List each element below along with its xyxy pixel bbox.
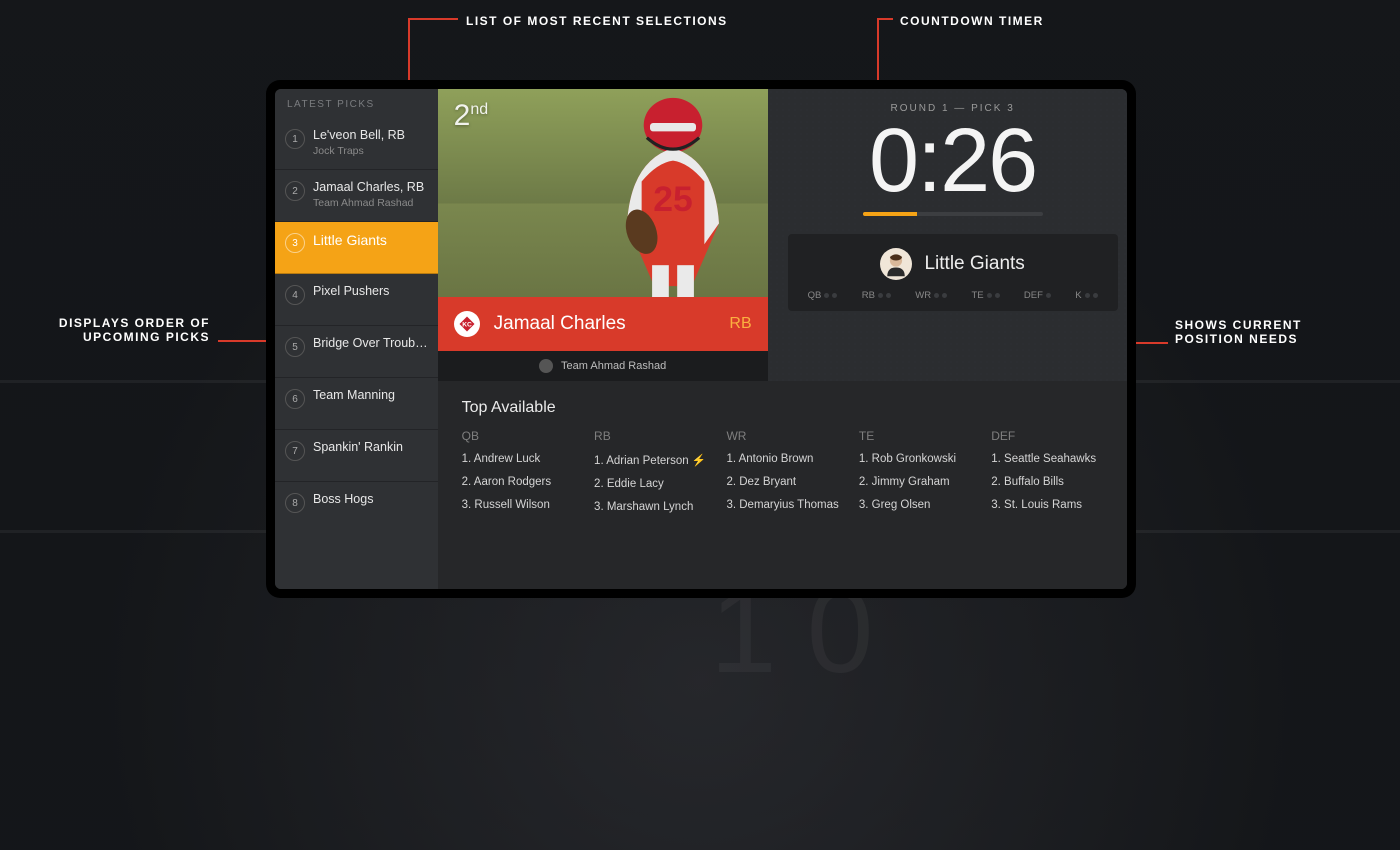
available-player[interactable]: 1. Antonio Brown xyxy=(726,453,848,465)
position-slot: TE xyxy=(971,290,999,301)
main-panel: 2nd 25 xyxy=(438,89,1127,589)
player-position: RB xyxy=(729,315,751,333)
position-slot: K xyxy=(1075,290,1097,301)
pick-number: 8 xyxy=(285,493,305,513)
pick-number: 2 xyxy=(285,181,305,201)
pick-name: Spankin' Rankin xyxy=(313,440,428,454)
team-logo-icon: KC xyxy=(454,311,480,337)
pick-number: 1 xyxy=(285,129,305,149)
position-slot: WR xyxy=(915,290,947,301)
pick-item[interactable]: 4 Pixel Pushers xyxy=(275,274,438,326)
pick-team: Jock Traps xyxy=(313,145,428,157)
column-header: WR xyxy=(726,429,848,443)
countdown-timer: 0:26 xyxy=(869,116,1036,206)
player-name: Jamaal Charles xyxy=(494,313,716,335)
available-column: DEF 1. Seattle Seahawks 2. Buffalo Bills… xyxy=(991,429,1113,524)
available-player[interactable]: 3. Greg Olsen xyxy=(859,499,981,511)
pick-name: Pixel Pushers xyxy=(313,284,428,298)
available-player[interactable]: 1. Adrian Peterson ⚡ xyxy=(594,453,716,467)
pick-name: Team Manning xyxy=(313,388,428,402)
player-name-bar: KC Jamaal Charles RB xyxy=(438,297,768,351)
available-player[interactable]: 3. Russell Wilson xyxy=(462,499,584,511)
available-player[interactable]: 1. Seattle Seahawks xyxy=(991,453,1113,465)
pick-item[interactable]: 2 Jamaal Charles, RB Team Ahmad Rashad xyxy=(275,170,438,222)
column-header: TE xyxy=(859,429,981,443)
pick-team: Team Ahmad Rashad xyxy=(313,197,428,209)
pick-item[interactable]: 5 Bridge Over Troub… xyxy=(275,326,438,378)
callout-upcoming: DISPLAYS ORDER OF UPCOMING PICKS xyxy=(30,316,210,344)
available-player[interactable]: 2. Aaron Rodgers xyxy=(462,476,584,488)
player-photo: 2nd 25 xyxy=(438,89,768,297)
top-available-panel: Top Available QB 1. Andrew Luck 2. Aaron… xyxy=(438,381,1127,589)
sidebar-header: LATEST PICKS xyxy=(275,89,438,118)
owner-name: Team Ahmad Rashad xyxy=(561,360,666,372)
pick-name: Le'veon Bell, RB xyxy=(313,128,428,142)
position-needs-row: QB RB WR TE DEF K xyxy=(806,290,1100,301)
callout-recent: LIST OF MOST RECENT SELECTIONS xyxy=(466,14,728,28)
pick-name: Bridge Over Troub… xyxy=(313,336,428,350)
available-player[interactable]: 3. St. Louis Rams xyxy=(991,499,1113,511)
available-player[interactable]: 2. Jimmy Graham xyxy=(859,476,981,488)
owner-avatar-icon xyxy=(539,359,553,373)
timer-progress xyxy=(863,212,1043,216)
available-player[interactable]: 3. Demaryius Thomas xyxy=(726,499,848,511)
pick-number: 6 xyxy=(285,389,305,409)
available-player[interactable]: 2. Dez Bryant xyxy=(726,476,848,488)
pick-number: 7 xyxy=(285,441,305,461)
available-column: WR 1. Antonio Brown 2. Dez Bryant 3. Dem… xyxy=(726,429,848,524)
pick-name: Jamaal Charles, RB xyxy=(313,180,428,194)
available-column: QB 1. Andrew Luck 2. Aaron Rodgers 3. Ru… xyxy=(462,429,584,524)
pick-name: Little Giants xyxy=(313,232,428,248)
current-team-card: Little Giants QB RB WR TE DEF K xyxy=(788,234,1118,311)
available-player[interactable]: 2. Eddie Lacy xyxy=(594,478,716,490)
pick-number: 4 xyxy=(285,285,305,305)
pick-ordinal: 2nd xyxy=(454,99,488,133)
pick-name: Boss Hogs xyxy=(313,492,428,506)
svg-text:KC: KC xyxy=(462,322,472,329)
position-slot: RB xyxy=(862,290,891,301)
column-header: RB xyxy=(594,429,716,443)
pick-item[interactable]: 1 Le'veon Bell, RB Jock Traps xyxy=(275,118,438,170)
featured-player-card: 2nd 25 xyxy=(438,89,768,381)
pick-item[interactable]: 6 Team Manning xyxy=(275,378,438,430)
available-player[interactable]: 1. Andrew Luck xyxy=(462,453,584,465)
callout-timer: COUNTDOWN TIMER xyxy=(900,14,1044,28)
pick-item-active[interactable]: 3 Little Giants xyxy=(275,222,438,274)
player-owner-bar: Team Ahmad Rashad xyxy=(438,351,768,381)
available-player[interactable]: 1. Rob Gronkowski xyxy=(859,453,981,465)
pick-item[interactable]: 7 Spankin' Rankin xyxy=(275,430,438,482)
picks-sidebar: LATEST PICKS 1 Le'veon Bell, RB Jock Tra… xyxy=(275,89,438,589)
player-illustration: 25 xyxy=(568,89,768,297)
team-avatar-icon xyxy=(880,248,912,280)
available-player[interactable]: 3. Marshawn Lynch xyxy=(594,501,716,513)
available-player[interactable]: 2. Buffalo Bills xyxy=(991,476,1113,488)
callout-needs: SHOWS CURRENT POSITION NEEDS xyxy=(1175,318,1302,346)
position-slot: DEF xyxy=(1024,290,1051,301)
pick-number: 5 xyxy=(285,337,305,357)
tablet-device: LATEST PICKS 1 Le'veon Bell, RB Jock Tra… xyxy=(266,80,1136,598)
pick-number: 3 xyxy=(285,233,305,253)
timer-panel: ROUND 1 — PICK 3 0:26 Little Giants QB xyxy=(768,89,1127,381)
svg-text:25: 25 xyxy=(653,179,693,219)
position-slot: QB xyxy=(808,290,838,301)
column-header: DEF xyxy=(991,429,1113,443)
available-column: TE 1. Rob Gronkowski 2. Jimmy Graham 3. … xyxy=(859,429,981,524)
current-team-name: Little Giants xyxy=(924,253,1024,275)
app-screen: LATEST PICKS 1 Le'veon Bell, RB Jock Tra… xyxy=(275,89,1127,589)
pick-item[interactable]: 8 Boss Hogs xyxy=(275,482,438,534)
column-header: QB xyxy=(462,429,584,443)
available-title: Top Available xyxy=(462,399,1114,417)
available-column: RB 1. Adrian Peterson ⚡ 2. Eddie Lacy 3.… xyxy=(594,429,716,524)
